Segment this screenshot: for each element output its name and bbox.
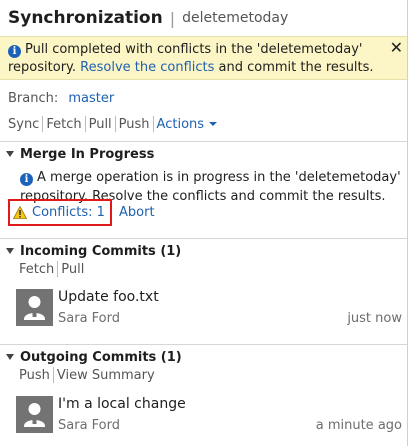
incoming-fetch-link[interactable]: Fetch	[19, 262, 54, 277]
info-icon: i	[20, 173, 33, 186]
title-separator: |	[169, 8, 176, 28]
merge-section: Merge In Progress iA merge operation is …	[0, 141, 407, 238]
synchronization-panel: Synchronization | deletemetoday i Pull co…	[0, 0, 408, 446]
actions-menu[interactable]: Actions	[157, 117, 218, 132]
info-text-after: and commit the results.	[218, 60, 374, 75]
page-title: Synchronization	[8, 8, 163, 28]
toolbar-divider	[52, 367, 54, 383]
outgoing-section-header[interactable]: Outgoing Commits (1)	[0, 347, 407, 367]
incoming-section: Incoming Commits (1) Fetch Pull Update f…	[0, 238, 407, 344]
collapse-triangle-icon[interactable]	[6, 248, 14, 254]
list-item[interactable]: Update foo.txt Sara Ford just now	[16, 289, 407, 329]
commit-message: I'm a local change	[58, 396, 186, 412]
commit-author: Sara Ford	[58, 311, 120, 326]
toolbar-divider	[152, 116, 154, 132]
warning-icon	[13, 206, 27, 219]
incoming-pull-link[interactable]: Pull	[61, 262, 84, 277]
view-summary-link[interactable]: View Summary	[57, 368, 155, 383]
avatar	[16, 289, 53, 326]
info-icon: i	[8, 45, 21, 58]
outgoing-push-link[interactable]: Push	[19, 368, 50, 383]
toolbar-divider	[84, 116, 86, 132]
conflicts-link[interactable]: Conflicts: 1	[32, 205, 105, 220]
branch-link[interactable]: master	[68, 91, 114, 106]
push-button[interactable]: Push	[119, 117, 150, 132]
fetch-button[interactable]: Fetch	[46, 117, 81, 132]
close-icon[interactable]: ✕	[390, 40, 403, 56]
incoming-actions: Fetch Pull	[19, 261, 84, 277]
avatar	[16, 396, 53, 433]
toolbar-divider	[42, 116, 44, 132]
toolbar-divider	[57, 261, 59, 277]
incoming-section-title: Incoming Commits (1)	[20, 243, 182, 259]
pull-button[interactable]: Pull	[89, 117, 112, 132]
sync-toolbar: Sync Fetch Pull Push Actions	[8, 116, 218, 132]
incoming-section-header[interactable]: Incoming Commits (1)	[0, 241, 407, 261]
sync-button[interactable]: Sync	[8, 117, 39, 132]
abort-link[interactable]: Abort	[119, 205, 155, 220]
list-item[interactable]: I'm a local change Sara Ford a minute ag…	[16, 396, 407, 436]
conflicts-highlight: Conflicts: 1	[8, 199, 112, 226]
resolve-conflicts-link[interactable]: Resolve the conflicts	[80, 60, 214, 75]
outgoing-actions: Push View Summary	[19, 367, 155, 383]
collapse-triangle-icon[interactable]	[6, 151, 14, 157]
collapse-triangle-icon[interactable]	[6, 354, 14, 360]
repository-name: deletemetoday	[182, 10, 289, 26]
commit-author: Sara Ford	[58, 418, 120, 433]
commit-time: just now	[347, 311, 402, 326]
toolbar-divider	[114, 116, 116, 132]
chevron-down-icon	[209, 121, 218, 126]
commit-time: a minute ago	[315, 418, 402, 433]
outgoing-section-title: Outgoing Commits (1)	[20, 349, 182, 365]
info-bar: i Pull completed with conflicts in the 'd…	[0, 36, 407, 80]
commit-message: Update foo.txt	[58, 289, 159, 305]
panel-header: Synchronization | deletemetoday	[0, 0, 407, 36]
outgoing-section: Outgoing Commits (1) Push View Summary I…	[0, 344, 407, 446]
merge-section-header[interactable]: Merge In Progress	[0, 144, 407, 164]
branch-label: Branch:	[8, 91, 59, 106]
actions-label: Actions	[156, 116, 205, 132]
merge-section-title: Merge In Progress	[20, 146, 155, 162]
branch-row: Branch: master	[8, 91, 114, 106]
